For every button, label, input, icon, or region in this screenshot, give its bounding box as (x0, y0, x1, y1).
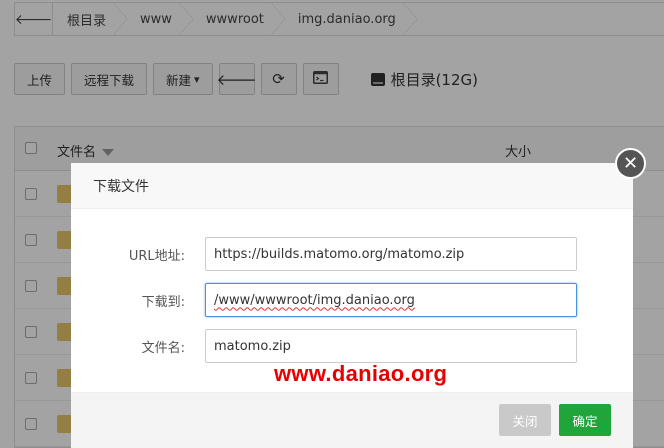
dialog-title: 下载文件 (71, 163, 633, 209)
confirm-button[interactable]: 确定 (559, 404, 611, 436)
url-row: URL地址: (71, 237, 633, 271)
filename-row: 文件名: (71, 329, 633, 363)
dialog-footer: 关闭 确定 (71, 392, 633, 448)
destination-input[interactable]: /www/wwwroot/img.daniao.org (205, 283, 577, 317)
download-file-dialog: 下载文件 URL地址: 下载到: /www/wwwroot/img.daniao… (71, 163, 633, 448)
destination-value: /www/wwwroot/img.daniao.org (214, 292, 415, 308)
filename-input[interactable] (205, 329, 577, 363)
url-label: URL地址: (128, 249, 185, 264)
watermark-text: www.daniao.org (274, 361, 448, 386)
filename-label: 文件名: (141, 341, 185, 356)
destination-label: 下载到: (141, 295, 185, 310)
url-input[interactable] (205, 237, 577, 271)
close-button[interactable]: 关闭 (499, 404, 551, 436)
close-icon[interactable]: ✕ (615, 148, 646, 179)
destination-row: 下载到: /www/wwwroot/img.daniao.org (71, 283, 633, 317)
